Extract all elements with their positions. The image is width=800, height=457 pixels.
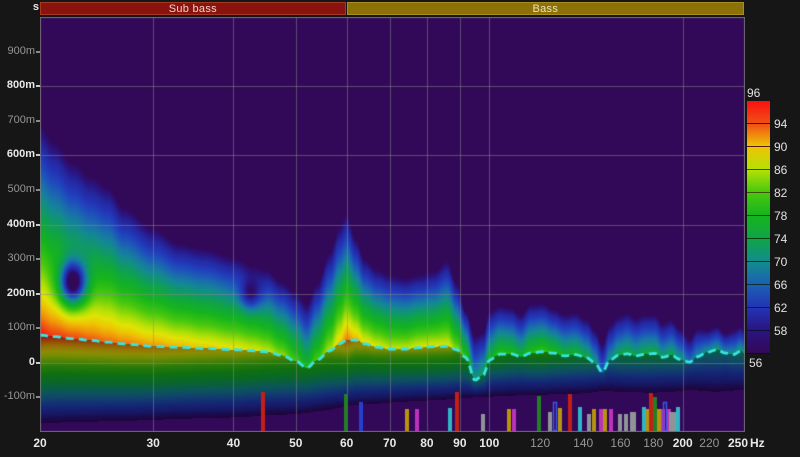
x-tick-label: 20 [33,436,46,450]
legend-value-label: 94 [774,117,787,131]
legend-color-segment [747,124,770,147]
legend-value-label: 82 [774,186,787,200]
legend-value-label: 86 [774,163,787,177]
y-tick-label: 400m [1,218,35,231]
y-tick-label: 900m [1,45,35,58]
legend-color-segment [747,308,770,331]
band-bass-label: Bass [532,3,558,15]
y-tick-mark [36,120,40,122]
y-axis-unit-label: s [27,1,39,14]
x-tick-label: 140 [573,436,593,450]
legend-color-segment [747,216,770,239]
x-tick-label: 70 [383,436,396,450]
y-tick-mark [36,154,40,156]
x-tick-label: 220 [699,436,719,450]
y-tick-mark [36,224,40,226]
legend-color-segment [747,147,770,170]
x-tick-label: 200 [673,436,693,450]
legend-color-segment [747,170,770,193]
y-tick-label: 600m [1,148,35,161]
legend-value-label: 78 [774,209,787,223]
x-tick-label: 180 [643,436,663,450]
y-tick-label: 0 [1,356,35,369]
y-tick-mark [36,327,40,329]
x-tick-label: 30 [146,436,159,450]
x-tick-label: 40 [227,436,240,450]
y-tick-mark [36,51,40,53]
legend-value-label: 90 [774,140,787,154]
spectrogram-panel: s Sub bass Bass 900m 800m 700m 600m 500m 400m… [0,0,800,457]
x-axis-unit-label: Hz [750,436,765,450]
y-tick-mark [36,85,40,87]
x-tick-label: 50 [289,436,302,450]
legend-color-segment [747,101,770,124]
y-tick-mark [36,362,40,364]
y-tick-label: 700m [1,114,35,127]
y-tick-mark [36,396,40,398]
x-tick-label: 120 [530,436,550,450]
y-tick-label: 300m [1,252,35,265]
x-tick-label: 160 [610,436,630,450]
y-tick-label: 500m [1,183,35,196]
y-tick-label: 800m [1,79,35,92]
band-sub-bass-label: Sub bass [169,3,217,15]
y-tick-label: -100m [1,390,35,403]
legend-color-segment [747,193,770,216]
legend-value-label: 66 [774,278,787,292]
x-tick-label: 60 [340,436,353,450]
legend-value-label: 56 [749,356,762,370]
y-tick-label: 100m [1,321,35,334]
legend-value-label: 58 [774,324,787,338]
x-tick-label: 80 [420,436,433,450]
y-tick-mark [36,189,40,191]
legend-color-segment [747,285,770,308]
legend-value-label: 62 [774,301,787,315]
x-tick-label: 90 [453,436,466,450]
band-header-bass: Bass [347,2,744,15]
y-tick-label: 200m [1,287,35,300]
band-header-sub-bass: Sub bass [40,2,346,15]
legend-value-label: 70 [774,255,787,269]
x-tick-label: 100 [479,436,499,450]
legend-value-label: 96 [747,86,760,100]
legend-color-segment [747,262,770,285]
x-tick-label: 250 [728,436,748,450]
y-tick-mark [36,293,40,295]
y-tick-mark [36,258,40,260]
legend-color-segment [747,239,770,262]
spectrogram-plot[interactable] [40,17,745,432]
legend-value-label: 74 [774,232,787,246]
legend-color-segment [747,331,770,354]
